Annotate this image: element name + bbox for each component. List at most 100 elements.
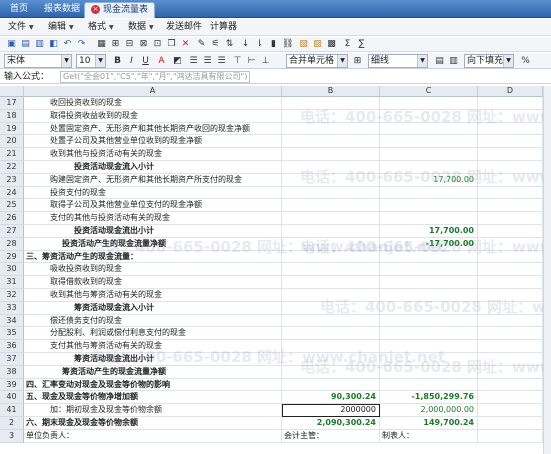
cell-d[interactable]	[478, 276, 543, 289]
cell-d[interactable]	[478, 212, 543, 225]
cell-c[interactable]	[380, 378, 478, 392]
cell-d[interactable]	[478, 109, 543, 123]
cell-c[interactable]: 17,700.00	[380, 173, 478, 187]
cell-a[interactable]: 六、期末现金及现金等价物余额	[24, 417, 282, 430]
save-icon[interactable]: ▣	[6, 39, 17, 50]
cell-d[interactable]	[478, 148, 543, 161]
tab-report-data[interactable]: 报表数据	[38, 2, 86, 18]
cell-a[interactable]: 收到其他与投资活动有关的现金	[24, 148, 282, 161]
cell-c[interactable]: 149,700.24	[380, 417, 478, 430]
cell-b[interactable]	[282, 250, 380, 264]
cell-b[interactable]	[282, 109, 380, 123]
sum-icon[interactable]: Σ	[342, 39, 353, 50]
wrap-icon[interactable]: ▤	[434, 56, 445, 67]
cell-a[interactable]: 吸收投资收到的现金	[24, 263, 282, 277]
align-right-icon[interactable]: ☰	[216, 56, 227, 67]
font-color-icon[interactable]: A	[156, 56, 167, 67]
cell-b[interactable]	[282, 314, 380, 328]
row-header[interactable]: 34	[0, 314, 24, 328]
cell-d[interactable]	[478, 391, 543, 405]
cell-a[interactable]: 单位负责人：	[24, 429, 282, 443]
valign-top-icon[interactable]: ⊤	[232, 56, 243, 67]
cell-b[interactable]	[282, 365, 380, 379]
cell-d[interactable]	[478, 135, 543, 149]
row-header[interactable]: 35	[0, 327, 24, 341]
row-header[interactable]: 36	[0, 340, 24, 353]
cell-b[interactable]	[282, 276, 380, 289]
redo-icon[interactable]: ↷	[76, 39, 87, 50]
chart-icon[interactable]: ▮	[268, 39, 279, 50]
cell-d[interactable]	[478, 225, 543, 238]
grid-icon[interactable]: ▦	[96, 39, 107, 50]
cell-d[interactable]	[478, 404, 543, 417]
cell-d[interactable]	[478, 250, 543, 264]
cell-d[interactable]	[478, 327, 543, 341]
cell-b[interactable]	[282, 122, 380, 136]
percent-button[interactable]: %	[520, 56, 531, 67]
paste-icon[interactable]: ▧	[298, 39, 309, 50]
cell-c[interactable]	[380, 148, 478, 161]
merge-select[interactable]: 合并单元格 ▼	[286, 54, 348, 68]
freeze-icon[interactable]: ▥	[448, 56, 459, 67]
cell-b[interactable]	[282, 97, 380, 110]
brush-icon[interactable]: ✎	[196, 39, 207, 50]
cell-a[interactable]: 取得借款收到的现金	[24, 276, 282, 289]
bold-icon[interactable]: B	[112, 56, 123, 67]
row-header[interactable]: 23	[0, 173, 24, 187]
export-icon[interactable]: ▥	[34, 39, 45, 50]
font-size-select[interactable]: 10 ▼	[76, 54, 106, 68]
cell-b[interactable]	[282, 340, 380, 353]
font-select[interactable]: 宋体 ▼	[4, 54, 72, 68]
cell-a[interactable]: 五、现金及现金等价物净增加额	[24, 391, 282, 405]
row-header[interactable]: 29	[0, 250, 24, 264]
delete-col-icon[interactable]: ⊡	[152, 39, 163, 50]
cell-c[interactable]	[380, 199, 478, 213]
cell-d[interactable]	[478, 314, 543, 328]
sort-desc-icon[interactable]: ⇂	[254, 39, 265, 50]
menu-data[interactable]: 数据 ▼	[128, 21, 154, 34]
row-header[interactable]: 26	[0, 212, 24, 225]
cell-c[interactable]	[380, 186, 478, 200]
cell-c[interactable]	[380, 353, 478, 366]
cell-a[interactable]: 投资活动现金流出小计	[24, 225, 282, 238]
cell-a[interactable]: 取得投资收益收到的现金	[24, 109, 282, 123]
cell-a[interactable]: 筹资活动现金流出小计	[24, 353, 282, 366]
cell-d[interactable]	[478, 340, 543, 353]
cell-b[interactable]: 2,090,300.24	[282, 417, 380, 430]
italic-icon[interactable]: I	[126, 56, 137, 67]
valign-bottom-icon[interactable]: ⊥	[260, 56, 271, 67]
cell-b[interactable]	[282, 289, 380, 302]
cell-b[interactable]	[282, 263, 380, 277]
cell-b[interactable]	[282, 378, 380, 392]
border-icon[interactable]: ⊞	[352, 56, 363, 67]
cell-b[interactable]: 90,300.24	[282, 391, 380, 405]
cell-a[interactable]: 筹资活动产生的现金流量净额	[24, 365, 282, 379]
row-header[interactable]: 3	[0, 429, 24, 443]
delete-row-icon[interactable]: ⊠	[138, 39, 149, 50]
column-header-a[interactable]: A	[24, 86, 282, 97]
column-header-d[interactable]: D	[478, 86, 543, 97]
cell-a[interactable]: 处置子公司及其他营业单位收到的现金净额	[24, 135, 282, 149]
fill-color-icon[interactable]: ◩	[172, 56, 183, 67]
cell-a[interactable]: 投资活动产生的现金流量净额	[24, 237, 282, 251]
cell-a[interactable]: 取得子公司及其他营业单位支付的现金净额	[24, 199, 282, 213]
row-header[interactable]: 17	[0, 97, 24, 110]
cell-c[interactable]: 2,000,000.00	[380, 404, 478, 417]
cell-c[interactable]	[380, 122, 478, 136]
cell-d[interactable]	[478, 365, 543, 379]
row-header[interactable]: 2	[0, 417, 24, 430]
cell-c[interactable]	[380, 212, 478, 225]
cell-a[interactable]: 四、汇率变动对现金及现金等价物的影响	[24, 378, 282, 392]
cell-a[interactable]: 收到其他与筹资活动有关的现金	[24, 289, 282, 302]
cell-c[interactable]	[380, 301, 478, 315]
copy-icon[interactable]: ❐	[166, 39, 177, 50]
cell-c[interactable]	[380, 97, 478, 110]
row-header[interactable]: 40	[0, 391, 24, 405]
cell-d[interactable]	[478, 173, 543, 187]
row-header[interactable]: 33	[0, 301, 24, 315]
cell-b[interactable]	[282, 237, 380, 251]
grid-corner[interactable]	[0, 86, 24, 97]
row-header[interactable]: 30	[0, 263, 24, 277]
cell-d[interactable]	[478, 199, 543, 213]
cell-a[interactable]: 处置固定资产、无形资产和其他长期资产收回的现金净额	[24, 122, 282, 136]
